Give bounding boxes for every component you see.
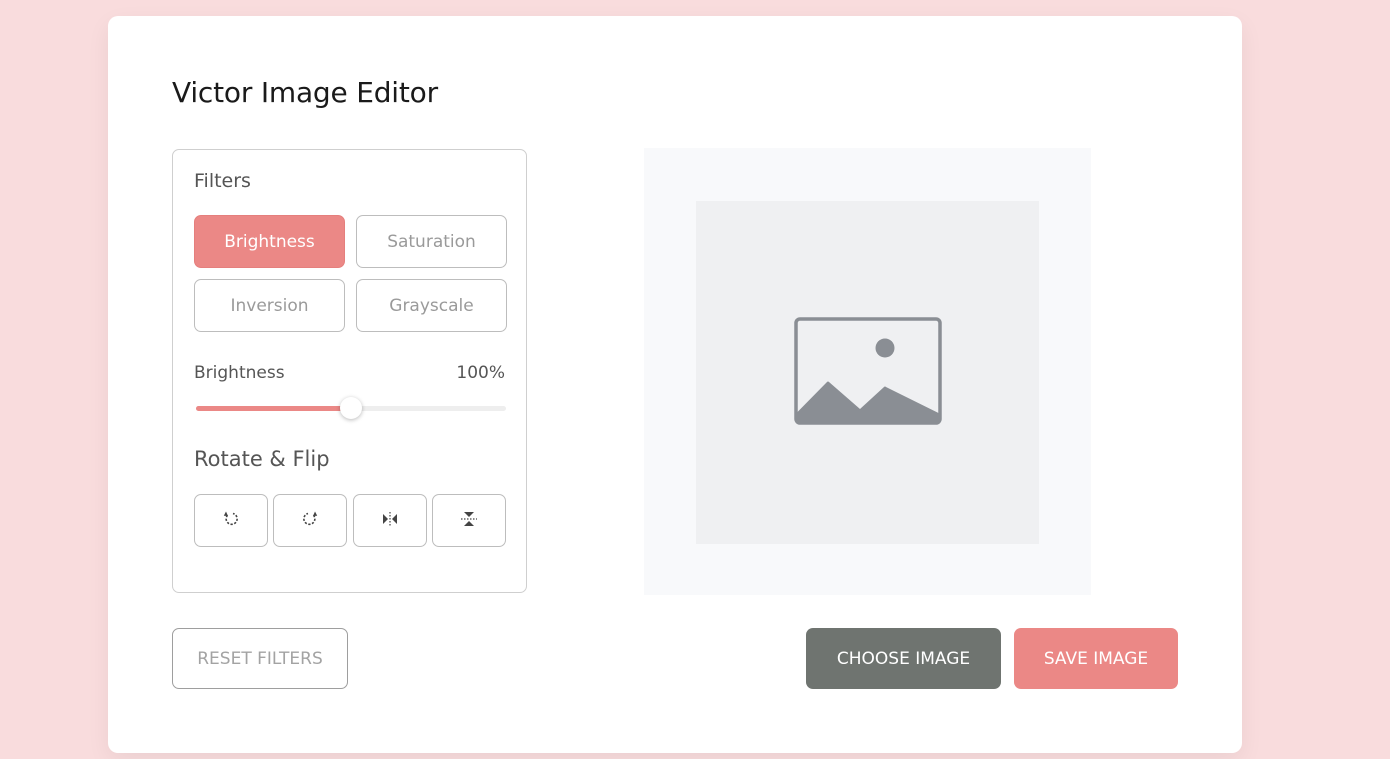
choose-image-button[interactable]: CHOOSE IMAGE [806,628,1001,689]
reset-filters-button[interactable]: RESET FILTERS [172,628,348,689]
slider-value: 100% [456,363,505,383]
editor-panel: Filters Brightness Saturation Inversion … [172,149,527,593]
page-title: Victor Image Editor [172,76,438,109]
flip-vertical-icon [459,509,479,532]
filter-inversion-button[interactable]: Inversion [194,279,345,332]
filter-saturation-button[interactable]: Saturation [356,215,507,268]
image-preview [644,148,1091,595]
filters-heading: Filters [194,170,251,192]
slider-fill [196,406,351,411]
rotate-right-icon [300,509,320,532]
image-placeholder-icon [793,316,942,429]
image-placeholder [696,201,1039,544]
flip-horizontal-button[interactable] [353,494,427,547]
editor-card: Victor Image Editor Filters Brightness S… [108,16,1242,753]
rotate-left-icon [221,509,241,532]
brightness-slider[interactable] [196,397,506,419]
save-image-button[interactable]: SAVE IMAGE [1014,628,1178,689]
rotate-flip-heading: Rotate & Flip [194,447,330,471]
rotate-right-button[interactable] [273,494,347,547]
flip-vertical-button[interactable] [432,494,506,547]
flip-horizontal-icon [380,509,400,532]
slider-thumb[interactable] [340,397,362,419]
slider-name: Brightness [194,363,285,383]
filter-brightness-button[interactable]: Brightness [194,215,345,268]
filter-grayscale-button[interactable]: Grayscale [356,279,507,332]
rotate-left-button[interactable] [194,494,268,547]
